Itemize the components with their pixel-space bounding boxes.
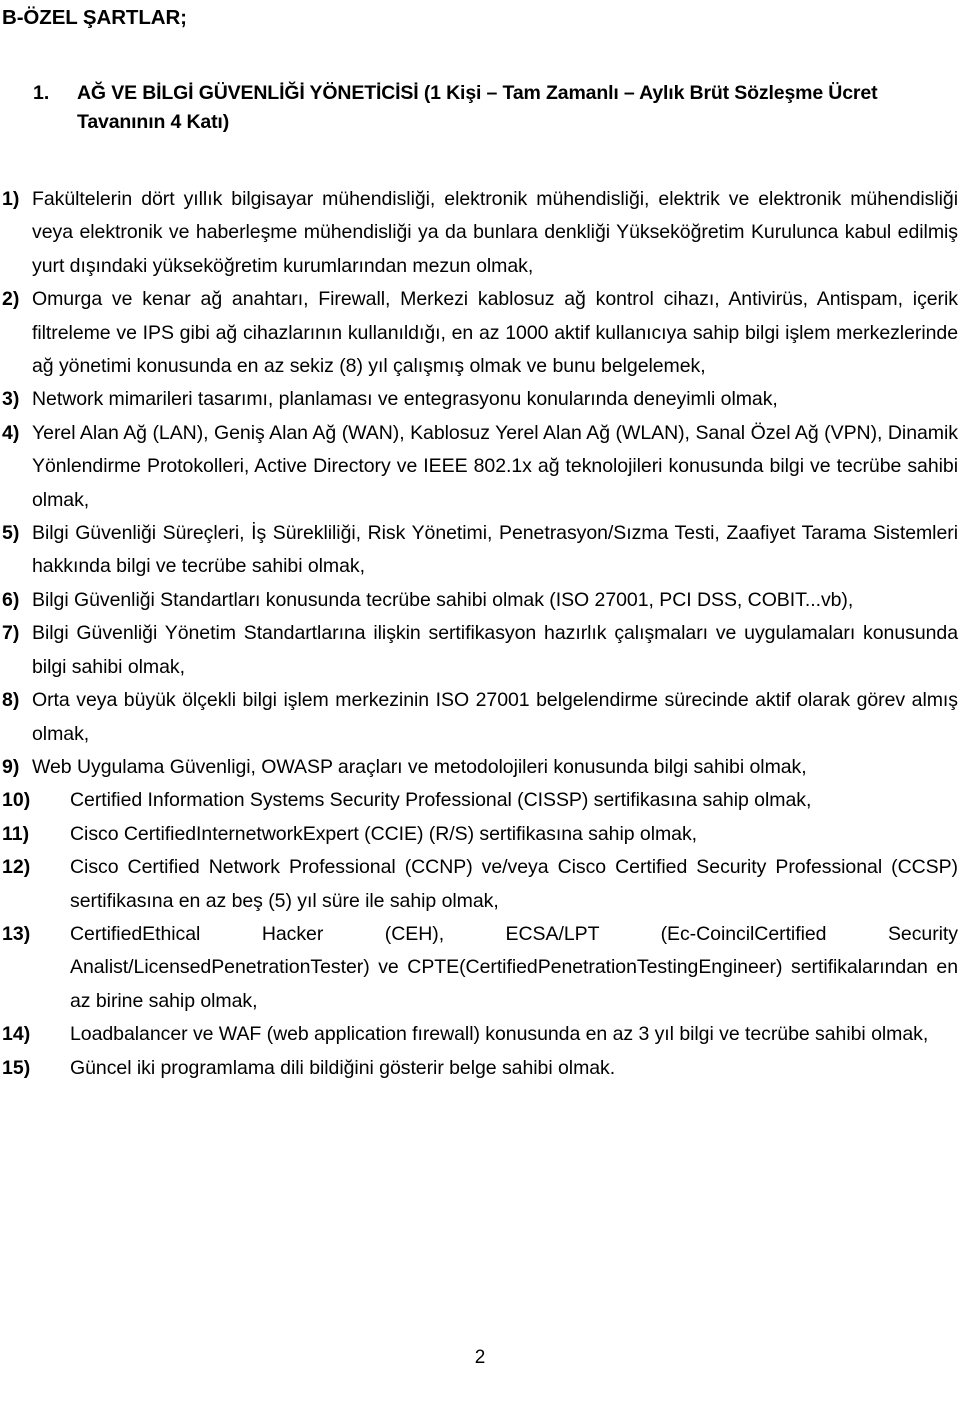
list-item: 7) Bilgi Güvenliği Yönetim Standartlarına… (2, 617, 958, 684)
list-item-text: Network mimarileri tasarımı, planlaması … (32, 388, 778, 411)
list-item-text: Bilgi Güvenliği Yönetim Standartlarına i… (32, 622, 958, 678)
heading-text: AĞ VE BİLGİ GÜVENLİĞİ YÖNETİCİSİ (1 Kişi… (77, 82, 878, 133)
list-item: 3) Network mimarileri tasarımı, planlamas… (2, 383, 958, 416)
list-item: 5) Bilgi Güvenliği Süreçleri, İş Süreklil… (2, 517, 958, 584)
list-item: 10) Certified Information Systems Securit… (2, 784, 958, 817)
document-page: B-ÖZEL ŞARTLAR; 1. AĞ VE BİLGİ GÜVENLİĞİ… (0, 0, 960, 1401)
requirements-list: 1) Fakültelerin dört yıllık bilgisayar mü… (0, 183, 960, 1085)
list-item-marker: 7) (2, 622, 20, 645)
list-item-text: Yerel Alan Ağ (LAN), Geniş Alan Ağ (WAN)… (32, 421, 958, 511)
list-item-text: Bilgi Güvenliği Süreçleri, İş Sürekliliğ… (32, 522, 958, 578)
list-item: 4) Yerel Alan Ağ (LAN), Geniş Alan Ağ (WA… (2, 417, 958, 517)
list-item-text: Loadbalancer ve WAF (web application fır… (70, 1023, 929, 1046)
list-item: 15) Güncel iki programlama dili bildiğini… (2, 1052, 958, 1085)
page-number: 2 (474, 1347, 486, 1368)
numbered-heading: 1. AĞ VE BİLGİ GÜVENLİĞİ YÖNETİCİSİ (1 K… (0, 79, 960, 137)
section-title: B-ÖZEL ŞARTLAR; (2, 6, 187, 29)
list-item-text: Cisco Certified Network Professional (CC… (70, 856, 958, 912)
list-item-marker: 8) (2, 689, 20, 712)
list-item-marker: 3) (2, 388, 20, 411)
list-item: 9) Web Uygulama Güvenligi, OWASP araçları… (2, 751, 958, 784)
list-item-marker: 11) (2, 822, 30, 845)
list-item-marker: 15) (2, 1056, 31, 1079)
list-item: 14) Loadbalancer ve WAF (web application … (2, 1018, 958, 1051)
list-item-text: Bilgi Güvenliği Standartları konusunda t… (32, 588, 854, 611)
list-item-marker: 9) (2, 755, 20, 778)
list-item-marker: 14) (2, 1023, 31, 1046)
list-item: 8) Orta veya büyük ölçekli bilgi işlem me… (2, 684, 958, 751)
list-item: 11) Cisco CertifiedInternetworkExpert (CC… (2, 818, 958, 851)
list-item-text: Omurga ve kenar ağ anahtarı, Firewall, M… (32, 288, 958, 378)
list-item-marker: 4) (2, 421, 20, 444)
list-item-marker: 12) (2, 856, 31, 879)
list-item-text: Web Uygulama Güvenligi, OWASP araçları v… (32, 755, 807, 778)
list-item-text: CertifiedEthical Hacker (CEH), ECSA/LPT … (70, 922, 958, 1012)
list-item: 12) Cisco Certified Network Professional … (2, 851, 958, 918)
list-item-text: Cisco CertifiedInternetworkExpert (CCIE)… (70, 822, 698, 845)
list-item-marker: 10) (2, 789, 31, 812)
list-item-text: Fakültelerin dört yıllık bilgisayar mühe… (32, 188, 958, 277)
list-item-text: Güncel iki programlama dili bildiğini gö… (70, 1056, 616, 1079)
list-item-text: Certified Information Systems Security P… (70, 789, 812, 812)
list-item: 1) Fakültelerin dört yıllık bilgisayar mü… (2, 183, 958, 283)
list-item: 13) CertifiedEthical Hacker (CEH), ECSA/L… (2, 918, 958, 1018)
list-item: 2) Omurga ve kenar ağ anahtarı, Firewall,… (2, 283, 958, 383)
list-item-marker: 6) (2, 588, 20, 611)
heading-number: 1. (33, 82, 50, 104)
list-item-marker: 1) (2, 188, 20, 210)
list-item-marker: 2) (2, 288, 20, 311)
list-item-text: Orta veya büyük ölçekli bilgi işlem merk… (32, 689, 958, 745)
list-item: 6) Bilgi Güvenliği Standartları konusunda… (2, 584, 958, 617)
list-item-marker: 13) (2, 922, 31, 945)
list-item-marker: 5) (2, 522, 20, 545)
